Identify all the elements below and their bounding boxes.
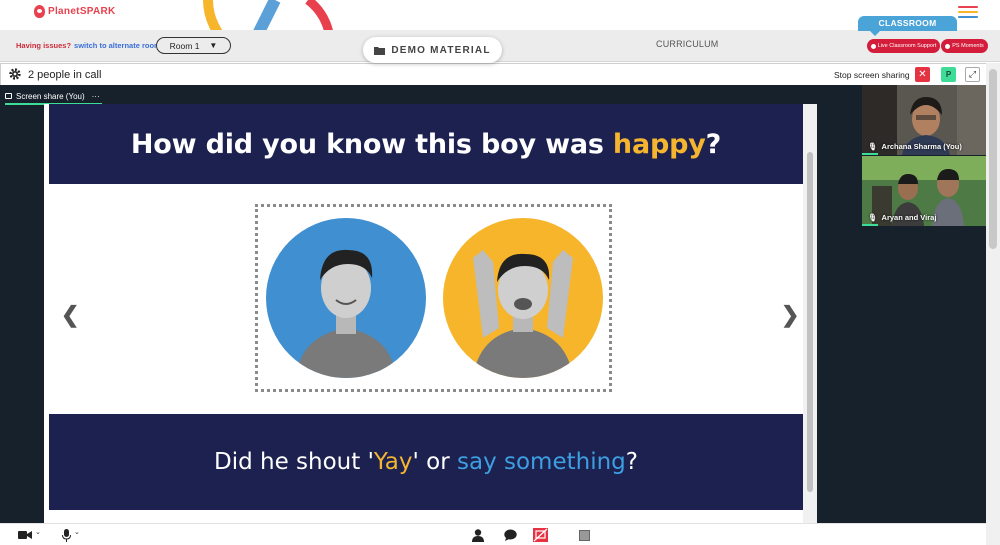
demo-material-label: DEMO MATERIAL	[391, 44, 491, 56]
slide-answer-highlight: say something	[457, 449, 626, 475]
room-select[interactable]: Room 1 ▼	[156, 37, 231, 54]
chevron-down-icon[interactable]: ⌄	[74, 528, 80, 536]
slide-answer: Did he shout 'Yay' or say something?	[214, 449, 638, 475]
menu-icon[interactable]	[958, 6, 978, 18]
gear-icon[interactable]	[8, 67, 22, 81]
mic-toggle[interactable]: ⌄	[62, 528, 80, 542]
live-support-label: Live Classroom Support	[877, 43, 937, 49]
screen-share-tab[interactable]: Screen share (You) ···	[5, 89, 102, 105]
stop-icon	[579, 529, 590, 541]
demo-material-button[interactable]: DEMO MATERIAL	[363, 37, 502, 63]
slide-question-highlight: happy	[612, 128, 706, 160]
ps-moments-button[interactable]: PS Moments	[941, 39, 988, 53]
participant-tile[interactable]: 🎙 Archana Sharma (You)	[862, 85, 987, 155]
monitor-icon	[5, 93, 12, 99]
call-header: 2 people in call Stop screen sharing ✕ P…	[0, 63, 988, 85]
previous-slide-arrow[interactable]: ❮	[61, 302, 79, 328]
slide-answer-banner: Did he shout 'Yay' or say something?	[49, 414, 803, 510]
logo-text-part-b: SPARK	[79, 6, 116, 17]
participants-button[interactable]	[472, 528, 484, 542]
plus-circle-icon	[870, 43, 876, 49]
screen-share-button[interactable]	[533, 528, 548, 542]
slide-question-banner: How did you know this boy was happy?	[49, 104, 803, 184]
page-scrollbar-thumb[interactable]	[989, 69, 997, 249]
camera-icon	[18, 531, 32, 539]
slide-answer-text-b: ' or	[412, 449, 457, 475]
speaking-indicator	[862, 224, 878, 226]
classroom-tab[interactable]: CLASSROOM	[858, 16, 957, 36]
top-header: PlanetSPARK	[0, 0, 1000, 46]
stop-sharing-label: Stop screen sharing	[834, 70, 910, 80]
stop-button[interactable]	[579, 528, 590, 542]
people-count: 2 people in call	[28, 69, 102, 81]
logo-text-part-a: Planet	[48, 6, 80, 17]
alternate-room-link[interactable]: switch to alternate room	[74, 41, 161, 50]
planetspark-logo[interactable]: PlanetSPARK	[34, 5, 116, 18]
participant-name-label: Archana Sharma (You)	[881, 142, 962, 151]
slide-answer-mark: ?	[625, 449, 638, 475]
shared-screen: How did you know this boy was happy? ❮ ❯…	[44, 104, 817, 523]
folder-icon	[374, 46, 386, 55]
dropdown-arrow-icon: ▼	[209, 41, 218, 50]
issues-notice: Having issues? switch to alternate room	[16, 41, 161, 50]
speaking-indicator	[862, 153, 878, 155]
chat-button[interactable]	[504, 528, 517, 542]
participant-tile[interactable]: 🎙 Aryan and Viraj	[862, 156, 987, 226]
slide-images: ❮ ❯	[49, 184, 803, 414]
issues-text: Having issues?	[16, 41, 72, 50]
participant-name: 🎙 Archana Sharma (You)	[868, 142, 962, 151]
slide-answer-yay: Yay	[373, 449, 413, 475]
page-scrollbar[interactable]	[986, 63, 1000, 545]
more-options-icon[interactable]: ···	[92, 92, 100, 101]
scrollbar-thumb[interactable]	[807, 152, 813, 492]
call-toolbar: ⌄ ⌄	[0, 523, 986, 545]
mic-icon: 🎙	[868, 213, 878, 222]
pip-button[interactable]: P	[941, 67, 956, 82]
person-icon	[472, 528, 484, 542]
camera-toggle[interactable]: ⌄	[18, 528, 41, 542]
chevron-down-icon[interactable]: ⌄	[35, 528, 41, 536]
mic-icon: 🎙	[868, 142, 878, 151]
live-support-button[interactable]: Live Classroom Support	[867, 39, 940, 53]
logo-mascot-icon	[34, 5, 45, 18]
slide-question: How did you know this boy was happy?	[131, 129, 721, 160]
next-slide-arrow[interactable]: ❯	[781, 302, 799, 328]
slide-answer-text-a: Did he shout '	[214, 449, 374, 475]
boy-cheering-image	[443, 218, 603, 378]
expand-icon[interactable]: ⤢	[965, 67, 980, 82]
participant-name: 🎙 Aryan and Viraj	[868, 213, 936, 222]
screen-share-off-icon	[533, 528, 548, 542]
plus-circle-icon	[945, 43, 951, 49]
stop-sharing-button[interactable]: ✕	[915, 67, 930, 82]
shared-screen-scrollbar[interactable]	[803, 104, 817, 523]
participant-name-label: Aryan and Viraj	[881, 213, 937, 222]
boy-smiling-image	[266, 218, 426, 378]
screen-share-tab-label: Screen share (You)	[16, 91, 85, 101]
mic-icon	[62, 528, 71, 542]
ps-moments-label: PS Moments	[952, 43, 984, 49]
app-window: PlanetSPARK Having issues? switch to alte…	[0, 0, 1000, 545]
curriculum-tab[interactable]: CURRICULUM	[656, 39, 719, 49]
chat-icon	[504, 529, 517, 541]
logo-text: PlanetSPARK	[48, 6, 116, 17]
room-select-label: Room 1	[169, 40, 200, 51]
slide-question-text: How did you know this boy was	[130, 128, 613, 160]
slide-question-mark: ?	[705, 128, 722, 160]
